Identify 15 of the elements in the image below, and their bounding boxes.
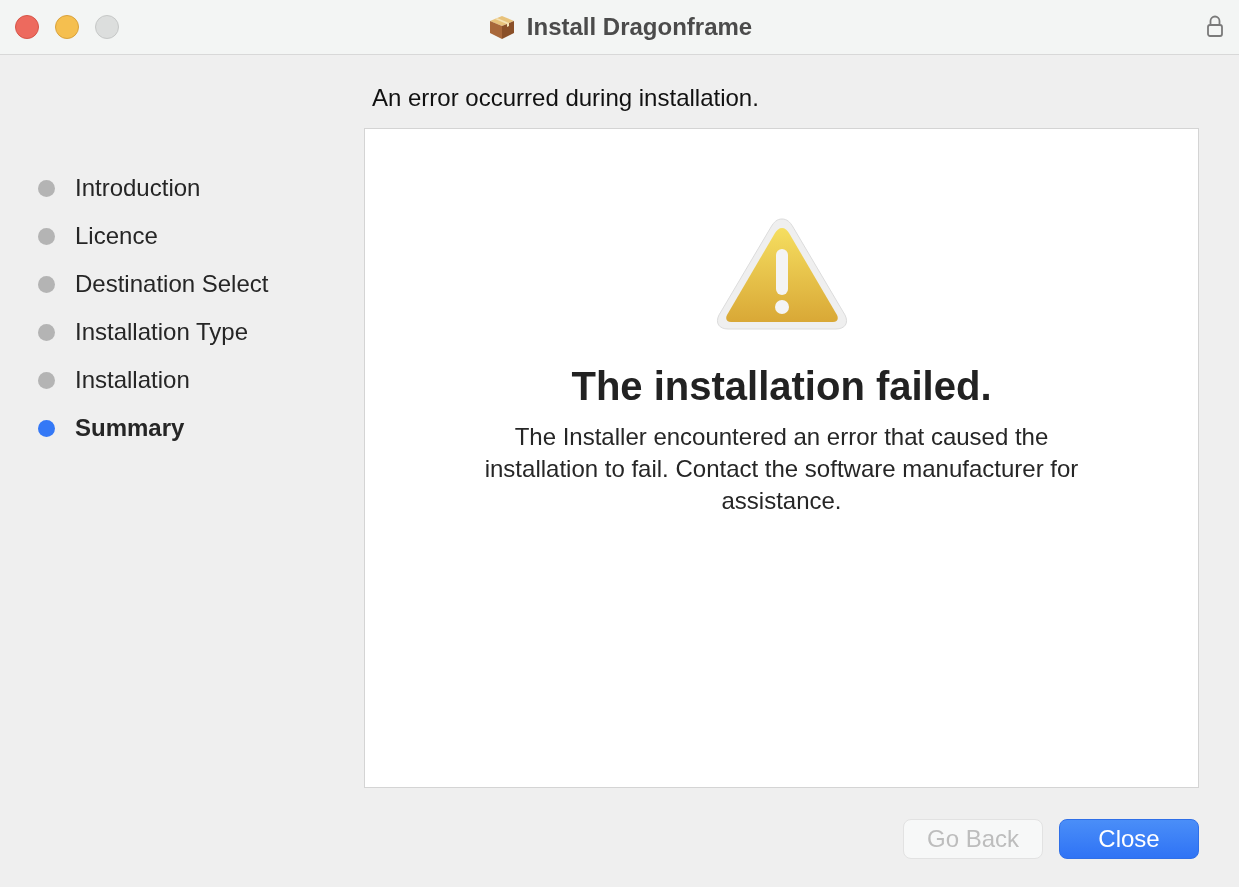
minimize-window-button[interactable] xyxy=(55,15,79,39)
step-label: Introduction xyxy=(75,174,201,202)
dialog-button[interactable]: Close xyxy=(1059,819,1199,859)
step-label: Licence xyxy=(75,222,158,250)
step-label: Summary xyxy=(75,414,185,442)
step-label: Installation xyxy=(75,366,190,394)
failure-title: The installation failed. xyxy=(571,363,992,410)
lock-icon xyxy=(1207,14,1223,38)
step-label: Destination Select xyxy=(75,270,269,298)
failure-message: The Installer encountered an error that caused the installation to fail. Contact the software manufacturer for assistance. xyxy=(483,422,1080,516)
step-label: Installation Type xyxy=(75,318,248,346)
status-heading: An error occurred during installation. xyxy=(372,83,760,113)
window-title: Install Dragonframe xyxy=(526,13,753,41)
zoom-window-button[interactable] xyxy=(95,15,119,39)
close-window-button[interactable] xyxy=(15,15,39,39)
